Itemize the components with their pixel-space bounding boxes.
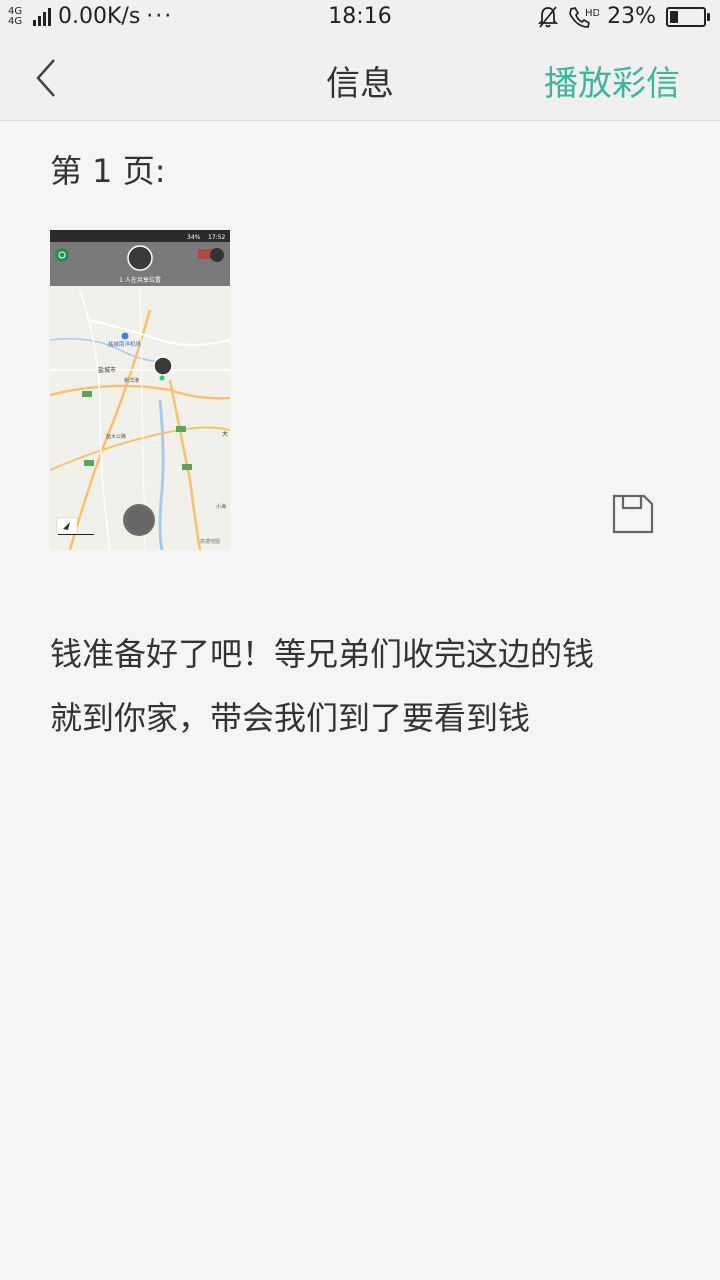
save-icon <box>612 494 654 534</box>
battery-icon <box>666 6 710 27</box>
map-label-road-1: 盐大公路 <box>106 433 126 440</box>
svg-text:HD: HD <box>585 8 599 19</box>
battery-percent: 23% <box>607 4 656 29</box>
map-attribution: 高德地图 <box>200 538 220 545</box>
mms-message-text: 钱准备好了吧！等兄弟们收完这边的钱 就到你家，带会我们到了要看到钱 <box>50 622 670 750</box>
status-bar: 4G 4G 0.00K/s ··· 18:16 HD 23% <box>0 0 720 38</box>
battery-level-fill <box>670 10 679 23</box>
map-screenshot-image: 17:52 34% 1 人在共享位置 盐城南洋机场 盐城市 盐大公路 新洋港 大… <box>50 230 230 550</box>
inner-status-battery: 34% <box>187 234 201 241</box>
hd-call-icon: HD <box>569 6 599 28</box>
sharing-text: 1 人在共享位置 <box>119 276 161 284</box>
map-label-airport: 盐城南洋机场 <box>108 340 142 348</box>
mms-page-label: 第 1 页: <box>50 152 166 190</box>
map-label-city: 盐城市 <box>98 366 116 374</box>
play-mms-button[interactable]: 播放彩信 <box>544 56 680 105</box>
header-bar: 信息 播放彩信 <box>0 38 720 121</box>
save-attachment-button[interactable] <box>612 494 654 534</box>
map-label-town-1: 大 <box>222 430 228 438</box>
message-line-2: 就到你家，带会我们到了要看到钱 <box>50 699 531 737</box>
mms-image-thumbnail[interactable]: 17:52 34% 1 人在共享位置 盐城南洋机场 盐城市 盐大公路 新洋港 大… <box>50 230 230 550</box>
inner-status-time: 17:52 <box>208 234 225 241</box>
mute-bell-icon <box>537 5 559 28</box>
message-line-1: 钱准备好了吧！等兄弟们收完这边的钱 <box>50 635 595 673</box>
map-label-road-2: 新洋港 <box>124 377 139 384</box>
map-label-town-2: 小海 <box>216 503 226 510</box>
status-right: HD 23% <box>537 4 710 29</box>
